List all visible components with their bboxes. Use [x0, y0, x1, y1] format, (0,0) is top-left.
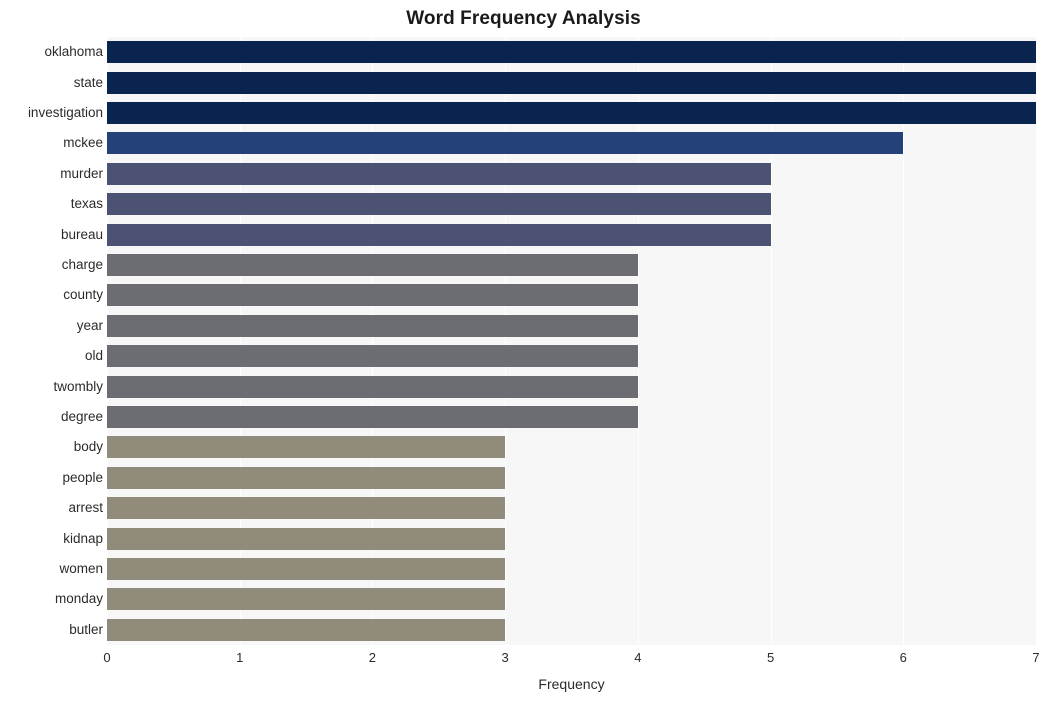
y-tick-label-oklahoma: oklahoma: [44, 44, 103, 60]
x-tick-label-7: 7: [1032, 650, 1040, 665]
bar-bureau[interactable]: [107, 223, 771, 246]
bar-row[interactable]: [107, 284, 1036, 307]
y-tick-label-county: county: [63, 287, 103, 303]
bar-row[interactable]: [107, 375, 1036, 398]
bar-row[interactable]: [107, 588, 1036, 611]
y-tick-label-women: women: [59, 561, 103, 576]
bar-state[interactable]: [107, 71, 1036, 94]
bar-row[interactable]: [107, 558, 1036, 580]
y-tick-label-year: year: [76, 317, 103, 333]
x-tick-label-0: 0: [103, 650, 111, 665]
bar-people[interactable]: [107, 466, 506, 489]
bar-row[interactable]: [107, 527, 1036, 550]
y-tick-label-butler: butler: [69, 621, 103, 637]
bar-row[interactable]: [107, 41, 1036, 64]
bar-row[interactable]: [107, 436, 1036, 459]
bar-body[interactable]: [107, 436, 506, 459]
bar-charge[interactable]: [107, 254, 638, 276]
bar-oklahoma[interactable]: [107, 41, 1036, 64]
word-frequency-chart: Word Frequency Analysis oklahoma state inv…: [0, 0, 1047, 701]
y-tick-label-body: body: [73, 439, 103, 455]
y-tick-label-kidnap: kidnap: [63, 530, 103, 546]
plot-area: [107, 37, 1036, 645]
bar-row[interactable]: [107, 132, 1036, 155]
chart-title: Word Frequency Analysis: [406, 8, 641, 29]
bar-women[interactable]: [107, 558, 506, 580]
bar-row[interactable]: [107, 254, 1036, 276]
y-tick-label-old: old: [84, 348, 103, 364]
x-tick-label-5: 5: [766, 650, 775, 665]
y-tick-label-twombly: twombly: [53, 378, 103, 394]
x-tick-label-4: 4: [634, 650, 642, 665]
bar-mckee[interactable]: [107, 132, 904, 155]
y-tick-label-murder: murder: [60, 165, 103, 181]
x-tick-label-1: 1: [236, 650, 244, 665]
bar-degree[interactable]: [107, 406, 638, 428]
y-tick-label-monday: monday: [54, 591, 103, 607]
bar-kidnap[interactable]: [107, 527, 506, 550]
x-tick-label-6: 6: [899, 650, 907, 665]
x-tick-label-3: 3: [501, 650, 509, 665]
bar-investigation[interactable]: [107, 102, 1036, 124]
bar-row[interactable]: [107, 466, 1036, 489]
bar-row[interactable]: [107, 162, 1036, 185]
bar-row[interactable]: [107, 618, 1036, 641]
bar-texas[interactable]: [107, 193, 771, 216]
bar-row[interactable]: [107, 314, 1036, 337]
y-tick-label-bureau: bureau: [60, 226, 103, 242]
bar-old[interactable]: [107, 345, 638, 368]
bar-arrest[interactable]: [107, 497, 506, 520]
y-tick-label-degree: degree: [60, 409, 103, 424]
bar-row[interactable]: [107, 102, 1036, 124]
y-tick-label-texas: texas: [70, 196, 103, 212]
bar-row[interactable]: [107, 193, 1036, 216]
bar-row[interactable]: [107, 71, 1036, 94]
bar-year[interactable]: [107, 314, 638, 337]
y-tick-label-arrest: arrest: [68, 500, 103, 516]
x-tick-label-2: 2: [368, 650, 377, 665]
bar-murder[interactable]: [107, 162, 771, 185]
bar-monday[interactable]: [107, 588, 506, 611]
y-tick-label-state: state: [73, 74, 103, 90]
y-tick-label-people: people: [62, 469, 103, 485]
bar-row[interactable]: [107, 406, 1036, 428]
bar-row[interactable]: [107, 223, 1036, 246]
bar-row[interactable]: [107, 497, 1036, 520]
y-axis-labels: oklahoma state investigation mckee murder tex…: [0, 37, 103, 645]
bars-layer: [107, 37, 1036, 645]
bar-county[interactable]: [107, 284, 638, 307]
y-tick-label-charge: charge: [61, 257, 103, 272]
x-axis-title: Frequency: [538, 676, 605, 692]
bar-butler[interactable]: [107, 618, 506, 641]
bar-row[interactable]: [107, 345, 1036, 368]
bar-twombly[interactable]: [107, 375, 638, 398]
y-tick-label-investigation: investigation: [27, 105, 103, 120]
y-tick-label-mckee: mckee: [63, 135, 103, 151]
